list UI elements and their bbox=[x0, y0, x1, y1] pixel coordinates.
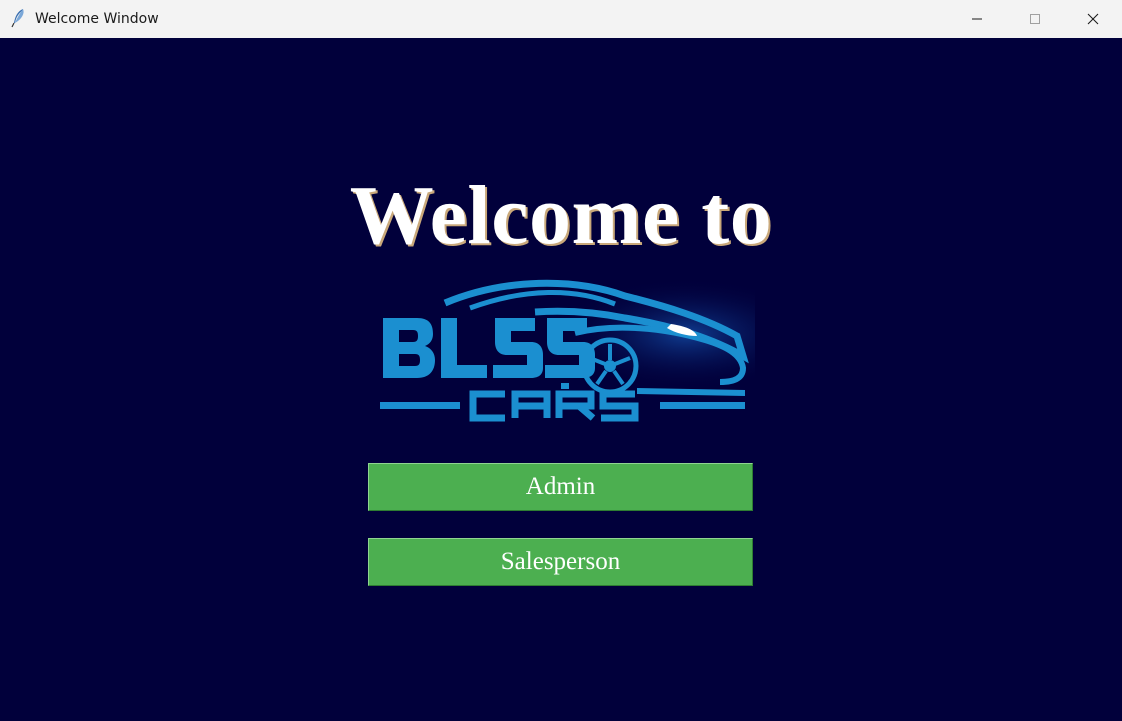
close-icon bbox=[1087, 10, 1099, 29]
welcome-window: Welcome Window Welcome to Admin Salesper… bbox=[0, 0, 1122, 721]
main-content: Welcome to Admin Salesperson bbox=[0, 38, 1122, 721]
salesperson-button[interactable]: Salesperson bbox=[368, 538, 753, 586]
minimize-button[interactable] bbox=[948, 0, 1006, 38]
maximize-icon bbox=[1029, 10, 1041, 29]
blss-cars-logo bbox=[375, 278, 755, 438]
admin-button[interactable]: Admin bbox=[368, 463, 753, 511]
title-bar[interactable]: Welcome Window bbox=[0, 0, 1122, 38]
close-button[interactable] bbox=[1064, 0, 1122, 38]
feather-icon bbox=[10, 8, 28, 28]
welcome-heading: Welcome to bbox=[349, 169, 773, 262]
maximize-button[interactable] bbox=[1006, 0, 1064, 38]
window-title: Welcome Window bbox=[35, 11, 159, 27]
minimize-icon bbox=[971, 10, 983, 29]
